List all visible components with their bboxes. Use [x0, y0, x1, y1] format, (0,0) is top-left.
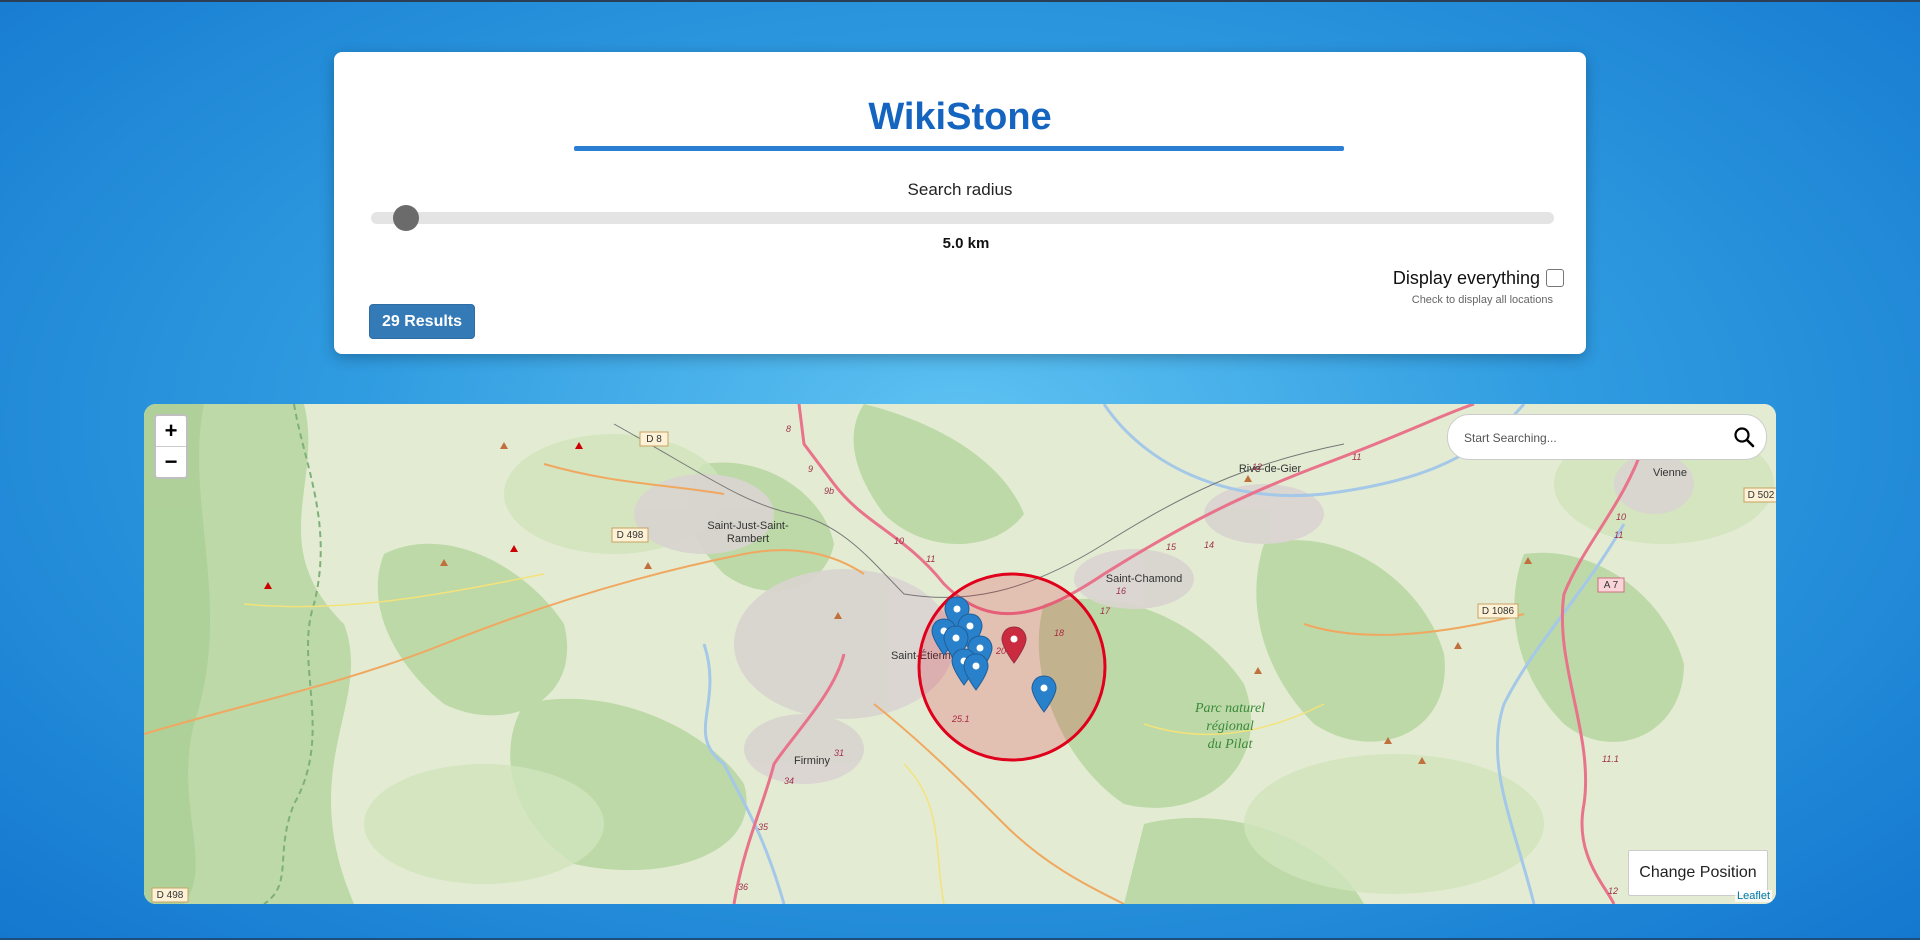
svg-text:Firminy: Firminy	[794, 755, 831, 767]
leaflet-attribution[interactable]: Leaflet	[1734, 890, 1772, 902]
svg-text:Rambert: Rambert	[727, 533, 769, 545]
map[interactable]: Saint-Just-Saint- Rambert Saint-Chamond …	[144, 404, 1776, 904]
svg-text:31: 31	[834, 748, 844, 758]
svg-text:14: 14	[1204, 540, 1214, 550]
zoom-in-button[interactable]: +	[156, 416, 186, 447]
svg-text:34: 34	[784, 776, 794, 786]
map-tiles: Saint-Just-Saint- Rambert Saint-Chamond …	[144, 404, 1776, 904]
svg-text:10: 10	[1616, 512, 1626, 522]
svg-text:15: 15	[1166, 542, 1177, 552]
svg-text:11: 11	[926, 554, 935, 564]
svg-text:Parc naturel: Parc naturel	[1194, 701, 1265, 716]
svg-text:17: 17	[1100, 606, 1111, 616]
search-radius-slider[interactable]	[371, 212, 1554, 224]
zoom-control: + −	[154, 414, 188, 479]
svg-text:8: 8	[786, 424, 791, 434]
display-everything-hint: Check to display all locations	[1411, 294, 1553, 306]
controls-panel: WikiStone Search radius 5.0 km Display e…	[334, 52, 1586, 354]
page-title: WikiStone	[868, 96, 1052, 138]
svg-text:du Pilat: du Pilat	[1208, 737, 1254, 752]
map-search-input[interactable]	[1462, 427, 1716, 449]
svg-text:11: 11	[1614, 530, 1623, 540]
svg-text:D 498: D 498	[617, 530, 644, 541]
display-everything-label[interactable]: Display everything	[1393, 268, 1540, 289]
results-button[interactable]: 29 Results	[369, 304, 475, 339]
svg-text:11: 11	[1352, 452, 1361, 462]
display-everything-checkbox[interactable]	[1546, 269, 1564, 287]
svg-text:36: 36	[738, 882, 748, 892]
top-border	[0, 0, 1920, 2]
search-radius-value: 5.0 km	[942, 235, 990, 252]
svg-text:Vienne: Vienne	[1653, 467, 1687, 479]
svg-text:Rive-de-Gier: Rive-de-Gier	[1239, 463, 1302, 475]
svg-text:régional: régional	[1206, 719, 1254, 734]
svg-text:D 498: D 498	[157, 890, 184, 901]
svg-text:9b: 9b	[824, 486, 834, 496]
zoom-out-button[interactable]: −	[156, 447, 186, 477]
svg-text:9: 9	[808, 464, 813, 474]
svg-text:Saint-Just-Saint-: Saint-Just-Saint-	[707, 520, 789, 532]
svg-text:10: 10	[894, 536, 904, 546]
svg-text:12: 12	[1252, 462, 1262, 472]
svg-text:12: 12	[1608, 886, 1618, 896]
slider-thumb[interactable]	[393, 205, 419, 231]
search-radius-label: Search radius	[907, 180, 1013, 199]
svg-text:35: 35	[758, 822, 769, 832]
svg-text:16: 16	[1116, 586, 1126, 596]
svg-text:D 502: D 502	[1748, 490, 1775, 501]
svg-text:Saint-Chamond: Saint-Chamond	[1106, 573, 1182, 585]
svg-text:A 7: A 7	[1604, 580, 1619, 591]
title-underline	[574, 146, 1344, 151]
svg-text:D 8: D 8	[646, 434, 662, 445]
svg-text:11.1: 11.1	[1602, 754, 1619, 764]
map-search-box	[1447, 414, 1767, 460]
magnifier-icon[interactable]	[1732, 425, 1756, 449]
svg-text:D 1086: D 1086	[1482, 606, 1515, 617]
